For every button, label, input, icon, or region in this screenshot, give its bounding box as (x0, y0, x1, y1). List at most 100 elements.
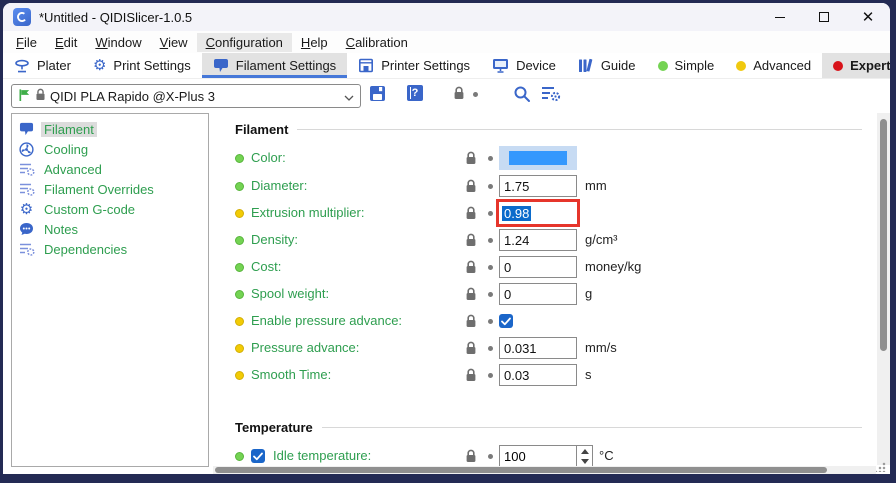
mode-simple[interactable]: Simple (647, 53, 726, 78)
preset-combobox[interactable]: QIDI PLA Rapido @X-Plus 3 (11, 84, 361, 108)
title-bar: *Untitled - QIDISlicer-1.0.5 ✕ (3, 3, 890, 31)
bullet-icon (235, 182, 244, 191)
mode-expert[interactable]: Expert (822, 53, 890, 78)
menu-window[interactable]: Window (86, 33, 150, 52)
tab-device[interactable]: Device (481, 53, 567, 78)
lock-icon[interactable] (465, 179, 477, 196)
pressure-advance-input[interactable] (499, 337, 577, 359)
sidebar-item-custom-gcode[interactable]: ⚙ Custom G-code (12, 199, 208, 219)
vertical-scrollbar[interactable] (877, 113, 890, 465)
tab-bar: Plater ⚙ Print Settings Filament Setting… (3, 53, 890, 79)
settings-body: Filament Cooling Advanced Filament Overr… (3, 113, 890, 474)
maximize-button[interactable] (802, 3, 846, 31)
search-button[interactable] (513, 85, 531, 103)
tab-guide[interactable]: Guide (567, 53, 647, 78)
lock-icon[interactable] (465, 449, 477, 466)
bullet-icon (235, 290, 244, 299)
extrusion-multiplier-input[interactable]: 0.98 (499, 202, 577, 224)
density-input[interactable] (499, 229, 577, 251)
unit-label: mm/s (585, 340, 617, 355)
lock-icon[interactable] (465, 287, 477, 304)
preset-name: QIDI PLA Rapido @X-Plus 3 (50, 89, 340, 104)
bullet-icon (235, 154, 244, 163)
save-icon (369, 85, 386, 102)
dot-icon (488, 319, 493, 324)
save-preset-button[interactable] (369, 85, 386, 102)
minimize-icon (775, 17, 785, 18)
tab-filament-settings[interactable]: Filament Settings (202, 53, 347, 78)
search-icon (513, 85, 531, 103)
param-row-enable-pressure-advance: Enable pressure advance: (225, 309, 862, 333)
idle-temperature-checkbox[interactable] (251, 449, 265, 463)
preset-lock-icon (35, 88, 46, 104)
menu-calibration[interactable]: Calibration (337, 33, 417, 52)
lock-icon[interactable] (465, 151, 477, 168)
vertical-scrollbar-thumb[interactable] (880, 119, 887, 351)
maximize-icon (819, 12, 829, 22)
lock-toggle-button[interactable] (453, 86, 465, 100)
sidebar-item-cooling[interactable]: Cooling (12, 139, 208, 159)
sliders-gear-icon (541, 85, 561, 102)
device-icon (492, 58, 509, 73)
sidebar-item-filament[interactable]: Filament (12, 119, 208, 139)
sliders-gear-icon (18, 162, 35, 176)
param-row-color: Color: (225, 146, 862, 170)
gear-icon: ⚙ (93, 58, 106, 73)
menu-view[interactable]: View (151, 33, 197, 52)
lock-icon[interactable] (465, 206, 477, 223)
color-swatch-button[interactable] (499, 146, 577, 170)
idle-temperature-input[interactable] (500, 446, 576, 466)
menu-edit[interactable]: Edit (46, 33, 86, 52)
help-button[interactable]: ? (407, 85, 423, 101)
diameter-input[interactable] (499, 175, 577, 197)
smooth-time-input[interactable] (499, 364, 577, 386)
gear-icon: ⚙ (18, 202, 35, 217)
section-header-filament: Filament (235, 121, 862, 137)
unit-label: g/cm³ (585, 232, 618, 247)
cost-input[interactable] (499, 256, 577, 278)
app-window: *Untitled - QIDISlicer-1.0.5 ✕ File Edit… (0, 0, 896, 483)
sidebar-item-advanced[interactable]: Advanced (12, 159, 208, 179)
selected-text: 0.98 (502, 206, 531, 221)
mode-advanced[interactable]: Advanced (725, 53, 822, 78)
resize-grip[interactable] (876, 462, 886, 472)
bullet-icon (235, 236, 244, 245)
enable-pressure-advance-checkbox[interactable] (499, 314, 513, 328)
spin-down-button[interactable] (577, 456, 592, 466)
menu-bar: File Edit Window View Configuration Help… (3, 31, 890, 53)
lock-icon[interactable] (465, 233, 477, 250)
sliders-gear-icon (18, 182, 35, 196)
preset-flag-icon (18, 88, 31, 105)
sliders-gear-icon (18, 242, 35, 256)
compare-settings-button[interactable] (541, 85, 561, 102)
sidebar-item-notes[interactable]: Notes (12, 219, 208, 239)
dot-icon (488, 265, 493, 270)
horizontal-scrollbar-thumb[interactable] (215, 467, 827, 473)
close-button[interactable]: ✕ (846, 3, 890, 31)
tab-print-settings[interactable]: ⚙ Print Settings (82, 53, 202, 78)
dot-icon (488, 211, 493, 216)
bullet-icon (235, 371, 244, 380)
menu-help[interactable]: Help (292, 33, 337, 52)
menu-configuration[interactable]: Configuration (197, 33, 292, 52)
sidebar-item-dependencies[interactable]: Dependencies (12, 239, 208, 259)
sidebar-item-filament-overrides[interactable]: Filament Overrides (12, 179, 208, 199)
lock-icon[interactable] (465, 368, 477, 385)
param-row-idle-temperature: Idle temperature: °C (225, 444, 862, 468)
lock-icon[interactable] (465, 260, 477, 277)
spin-up-button[interactable] (577, 446, 592, 456)
section-rule (322, 427, 862, 428)
lock-icon[interactable] (465, 341, 477, 358)
lock-icon[interactable] (465, 314, 477, 331)
dot-icon (488, 184, 493, 189)
spool-weight-input[interactable] (499, 283, 577, 305)
tab-plater[interactable]: Plater (3, 53, 82, 78)
tab-printer-settings[interactable]: Printer Settings (347, 53, 481, 78)
horizontal-scrollbar[interactable] (213, 466, 876, 474)
question-icon: ? (407, 85, 423, 101)
minimize-button[interactable] (758, 3, 802, 31)
param-row-pressure-advance: Pressure advance: mm/s (225, 336, 862, 360)
window-controls: ✕ (758, 3, 890, 31)
guide-icon (578, 58, 594, 73)
menu-file[interactable]: File (7, 33, 46, 52)
